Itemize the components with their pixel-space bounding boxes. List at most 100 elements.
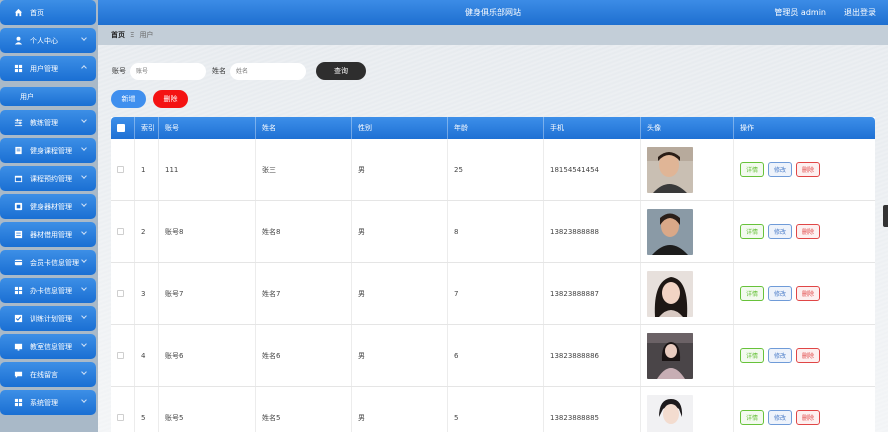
header-select-all [111, 117, 134, 139]
site-title: 健身俱乐部网站 [465, 8, 521, 17]
chevron-down-icon [81, 369, 87, 375]
cell-account: 账号8 [158, 201, 255, 262]
sidebar-item-label: 办卡信息管理 [30, 286, 72, 295]
sidebar-item-label: 健身课程管理 [30, 146, 72, 155]
breadcrumb: 首页 Ξ 用户 [98, 25, 888, 45]
breadcrumb-home[interactable]: 首页 [111, 30, 125, 40]
add-button[interactable]: 新增 [111, 90, 146, 108]
sidebar-item-borrow-management[interactable]: 器材借用管理 [0, 222, 96, 247]
detail-button[interactable]: 详情 [740, 410, 764, 425]
sidebar-item-label: 训练计划管理 [30, 314, 72, 323]
search-bar: 账号 姓名 查询 [112, 62, 366, 80]
top-header: 健身俱乐部网站 管理员 admin 退出登录 [98, 0, 888, 25]
detail-button[interactable]: 详情 [740, 162, 764, 177]
chevron-down-icon [81, 117, 87, 123]
dumbbell-icon [14, 202, 23, 211]
row-select-cell [111, 201, 134, 262]
chevron-down-icon [81, 173, 87, 179]
avatar [647, 146, 693, 193]
cell-avatar [640, 325, 733, 386]
cell-age: 7 [447, 263, 543, 324]
account-search-input[interactable] [130, 62, 206, 80]
edit-button[interactable]: 修改 [768, 410, 792, 425]
chevron-down-icon [81, 341, 87, 347]
cell-avatar [640, 387, 733, 432]
cell-avatar [640, 263, 733, 324]
cell-name: 姓名6 [255, 325, 351, 386]
logout-link[interactable]: 退出登录 [844, 7, 876, 18]
avatar [647, 208, 693, 255]
header-phone: 手机 [543, 117, 640, 139]
row-select-cell [111, 325, 134, 386]
header-name: 姓名 [255, 117, 351, 139]
query-button[interactable]: 查询 [316, 62, 366, 80]
sidebar-item-personal-center[interactable]: 个人中心 [0, 28, 96, 53]
sidebar-item-coach-management[interactable]: 教练管理 [0, 110, 96, 135]
table-header: 索引 账号 姓名 性别 年龄 手机 头像 操作 [111, 117, 875, 139]
chevron-down-icon [81, 257, 87, 263]
edit-button[interactable]: 修改 [768, 224, 792, 239]
card-icon [14, 258, 23, 267]
grid-icon [14, 64, 23, 73]
cell-name: 姓名7 [255, 263, 351, 324]
detail-button[interactable]: 详情 [740, 348, 764, 363]
detail-button[interactable]: 详情 [740, 286, 764, 301]
sidebar-item-system-management[interactable]: 系统管理 [0, 390, 96, 415]
cell-gender: 男 [351, 263, 447, 324]
delete-button[interactable]: 删除 [153, 90, 188, 108]
row-checkbox[interactable] [117, 290, 124, 297]
row-delete-button[interactable]: 删除 [796, 410, 820, 425]
scroll-handle[interactable] [883, 205, 888, 227]
cell-index: 2 [134, 201, 158, 262]
cell-operations: 详情 修改 删除 [733, 263, 875, 324]
sidebar-item-online-message[interactable]: 在线留言 [0, 362, 96, 387]
edit-button[interactable]: 修改 [768, 286, 792, 301]
sidebar-item-card-application-management[interactable]: 办卡信息管理 [0, 278, 96, 303]
cell-phone: 13823888886 [543, 325, 640, 386]
row-checkbox[interactable] [117, 228, 124, 235]
sidebar-item-course-management[interactable]: 健身课程管理 [0, 138, 96, 163]
sidebar-item-membership-card-management[interactable]: 会员卡信息管理 [0, 250, 96, 275]
sidebar-item-label: 课程预约管理 [30, 174, 72, 183]
calendar-icon [14, 174, 23, 183]
header-account: 账号 [158, 117, 255, 139]
cell-index: 5 [134, 387, 158, 432]
sidebar-item-classroom-management[interactable]: 教室信息管理 [0, 334, 96, 359]
sidebar-item-label: 个人中心 [30, 36, 58, 45]
row-delete-button[interactable]: 删除 [796, 286, 820, 301]
sidebar-subitem-users[interactable]: 用户 [0, 87, 96, 106]
cell-phone: 18154541454 [543, 139, 640, 200]
avatar [647, 270, 693, 317]
select-all-checkbox[interactable] [117, 124, 125, 132]
cell-account: 账号5 [158, 387, 255, 432]
table-row: 3 账号7 姓名7 男 7 13823888887 详情 修改 删除 [111, 263, 875, 325]
row-delete-button[interactable]: 删除 [796, 348, 820, 363]
sidebar-item-training-plan-management[interactable]: 训练计划管理 [0, 306, 96, 331]
cell-account: 账号7 [158, 263, 255, 324]
sidebar-item-user-management[interactable]: 用户管理 [0, 56, 96, 81]
sidebar-item-booking-management[interactable]: 课程预约管理 [0, 166, 96, 191]
cell-age: 6 [447, 325, 543, 386]
detail-button[interactable]: 详情 [740, 224, 764, 239]
name-search-input[interactable] [230, 62, 306, 80]
row-checkbox[interactable] [117, 352, 124, 359]
sidebar-item-label: 首页 [30, 8, 44, 17]
edit-button[interactable]: 修改 [768, 348, 792, 363]
avatar [647, 394, 693, 432]
cell-age: 25 [447, 139, 543, 200]
list-icon [14, 230, 23, 239]
cell-phone: 13823888885 [543, 387, 640, 432]
sidebar-item-home[interactable]: 首页 [0, 0, 96, 25]
row-checkbox[interactable] [117, 166, 124, 173]
sidebar-item-equipment-management[interactable]: 健身器材管理 [0, 194, 96, 219]
chevron-down-icon [81, 145, 87, 151]
edit-button[interactable]: 修改 [768, 162, 792, 177]
cell-index: 1 [134, 139, 158, 200]
cell-name: 张三 [255, 139, 351, 200]
sidebar-item-label: 教室信息管理 [30, 342, 72, 351]
row-checkbox[interactable] [117, 414, 124, 421]
row-delete-button[interactable]: 删除 [796, 162, 820, 177]
sidebar-item-label: 会员卡信息管理 [30, 258, 79, 267]
cell-avatar [640, 139, 733, 200]
row-delete-button[interactable]: 删除 [796, 224, 820, 239]
